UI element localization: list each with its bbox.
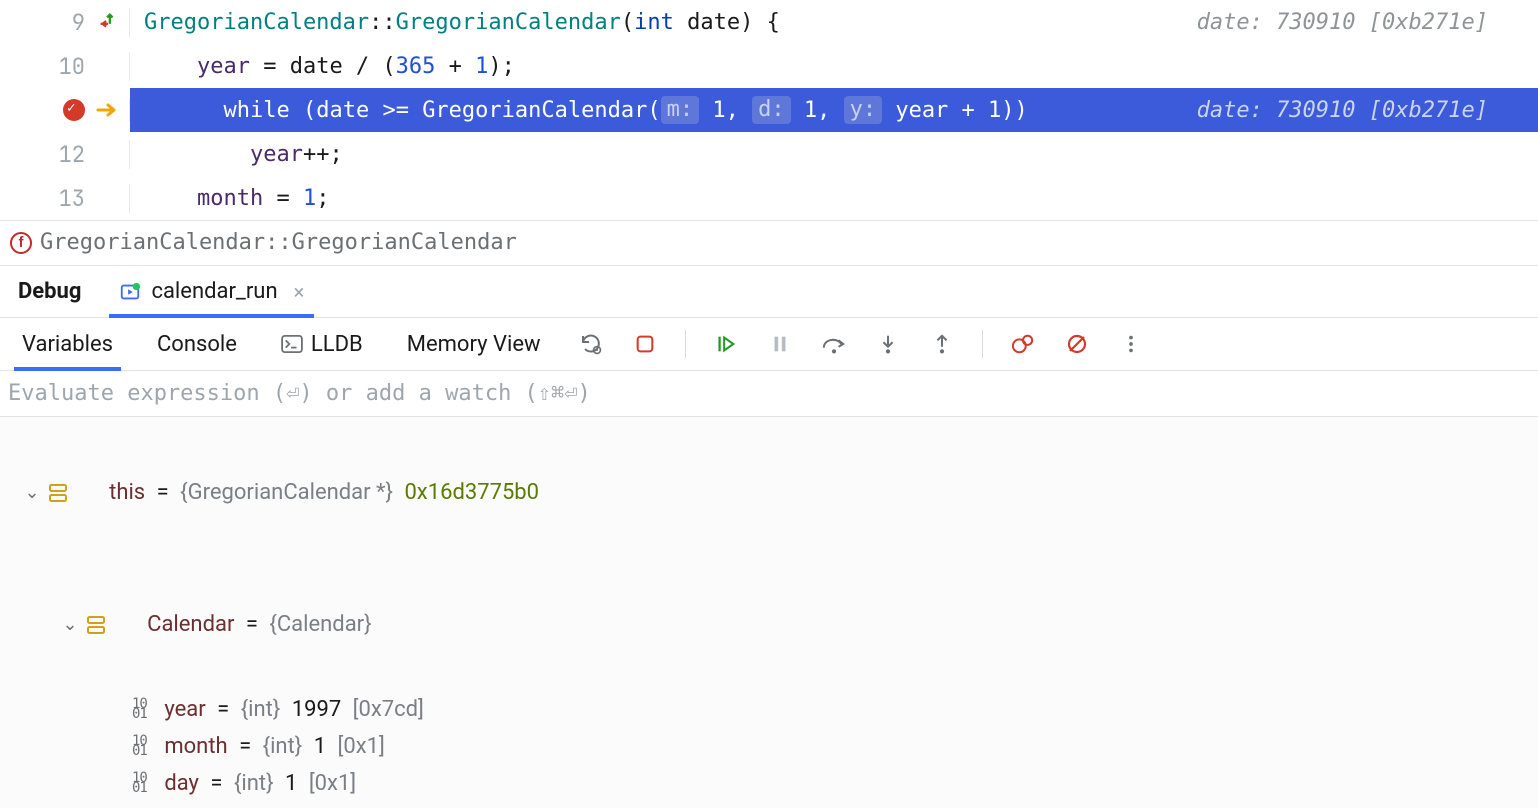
struct-icon (48, 433, 92, 553)
debug-label: Debug (18, 279, 81, 304)
code-text[interactable]: GregorianCalendar::GregorianCalendar(int… (130, 0, 1538, 44)
execution-line[interactable]: while (date >= GregorianCalendar(m: 1, d… (0, 88, 1538, 132)
code-line[interactable]: 12 year++; (0, 132, 1538, 176)
param-hint: m: (661, 96, 700, 124)
var-month[interactable]: 1001 month = {int} 1 [0x1] (0, 728, 1538, 765)
tab-memory-view[interactable]: Memory View (407, 318, 541, 369)
run-config-icon (119, 281, 141, 303)
breadcrumb-text: GregorianCalendar::GregorianCalendar (40, 230, 517, 255)
primitive-icon: 1001 (132, 773, 147, 793)
expand-icon[interactable]: ⌄ (22, 482, 42, 503)
debug-panel: Debug calendar_run × Variables Console L… (0, 265, 1538, 808)
step-into-icon[interactable] (874, 330, 902, 358)
var-calendar[interactable]: ⌄ Calendar = {Calendar} (0, 559, 1538, 691)
primitive-icon: 1001 (132, 699, 147, 719)
stop-icon[interactable] (631, 330, 659, 358)
code-line[interactable]: 9 GregorianCalendar::GregorianCalendar(i… (0, 0, 1538, 44)
line-number: 12 (49, 140, 85, 169)
gutter[interactable]: 10 (0, 52, 130, 81)
variables-tree[interactable]: ⌄ this = {GregorianCalendar *} 0x16d3775… (0, 417, 1538, 808)
code-text[interactable]: month = 1; (130, 176, 1538, 220)
struct-icon (86, 565, 130, 685)
tab-variables[interactable]: Variables (22, 318, 113, 369)
var-day[interactable]: 1001 day = {int} 1 [0x1] (0, 765, 1538, 802)
close-icon[interactable]: × (294, 280, 305, 304)
code-text[interactable]: while (date >= GregorianCalendar(m: 1, d… (130, 88, 1538, 132)
run-config-name: calendar_run (151, 279, 277, 304)
mute-breakpoints-icon[interactable] (1063, 330, 1091, 358)
run-config-tab[interactable]: calendar_run × (119, 266, 304, 317)
gutter[interactable] (0, 99, 130, 121)
code-line[interactable]: 10 year = date / (365 + 1); (0, 44, 1538, 88)
gutter[interactable]: 9 (0, 8, 130, 37)
method-entry-icon (95, 11, 121, 33)
var-this[interactable]: ⌄ this = {GregorianCalendar *} 0x16d3775… (0, 427, 1538, 559)
line-number: 10 (49, 52, 85, 81)
terminal-icon (281, 335, 303, 353)
debug-toolbar: Variables Console LLDB Memory View (0, 318, 1538, 370)
code-editor[interactable]: 9 GregorianCalendar::GregorianCalendar(i… (0, 0, 1538, 220)
expand-icon[interactable]: ⌄ (60, 614, 80, 635)
inline-value-hint: date: 730910 [0xb271e] (1197, 98, 1538, 123)
more-icon[interactable] (1117, 330, 1145, 358)
gutter[interactable]: 13 (0, 184, 130, 213)
var-year[interactable]: 1001 year = {int} 1997 [0x7cd] (0, 691, 1538, 728)
line-number: 9 (49, 8, 85, 37)
param-hint: y: (844, 96, 883, 124)
code-line[interactable]: 13 month = 1; (0, 176, 1538, 220)
tab-console[interactable]: Console (157, 318, 237, 369)
code-text[interactable]: year++; (130, 132, 1538, 176)
gutter[interactable]: 12 (0, 140, 130, 169)
inline-value-hint: date: 730910 [0xb271e] (1197, 10, 1538, 35)
param-hint: d: (752, 96, 791, 124)
primitive-icon: 1001 (132, 736, 147, 756)
evaluate-expression-input[interactable]: Evaluate expression (⏎) or add a watch (… (0, 371, 1538, 417)
breadcrumb[interactable]: f GregorianCalendar::GregorianCalendar (0, 220, 1538, 265)
debug-header: Debug calendar_run × (0, 266, 1538, 318)
pause-icon[interactable] (766, 330, 794, 358)
breakpoint-icon[interactable] (49, 99, 85, 121)
rerun-icon[interactable] (577, 330, 605, 358)
line-number: 13 (49, 184, 85, 213)
resume-icon[interactable] (712, 330, 740, 358)
view-breakpoints-icon[interactable] (1009, 330, 1037, 358)
code-text[interactable]: year = date / (365 + 1); (130, 44, 1538, 88)
step-over-icon[interactable] (820, 330, 848, 358)
function-icon: f (10, 232, 32, 254)
execution-pointer-icon (95, 100, 121, 120)
tab-lldb[interactable]: LLDB (281, 318, 363, 369)
step-out-icon[interactable] (928, 330, 956, 358)
var-date[interactable]: 1001 date = {int} 730910 [0xb271e] (0, 802, 1538, 808)
